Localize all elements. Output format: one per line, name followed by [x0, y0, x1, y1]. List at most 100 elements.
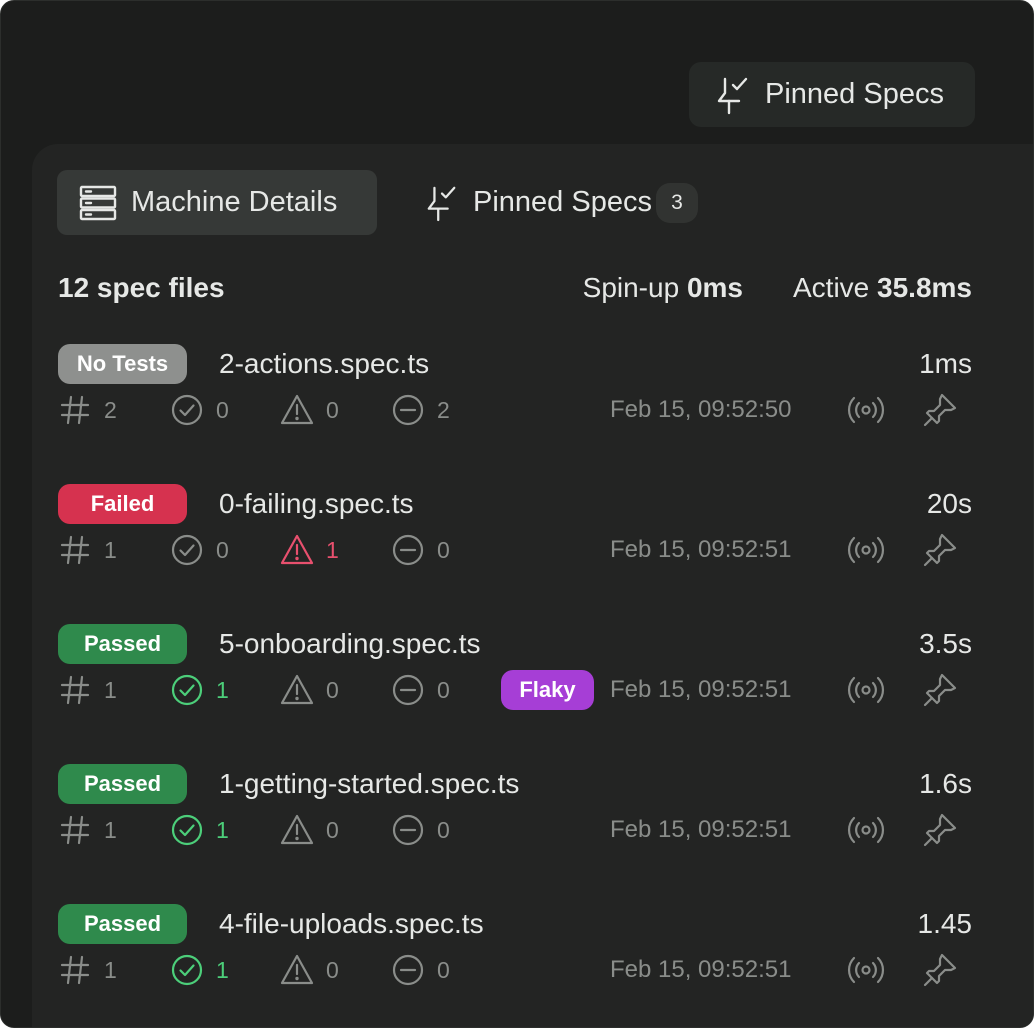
spec-name[interactable]: 0-failing.spec.ts	[219, 484, 414, 524]
status-badge: No Tests	[58, 344, 187, 384]
failed-count: 0	[280, 810, 339, 850]
pinned-specs-button[interactable]: Pinned Specs	[689, 62, 975, 127]
pin-icon	[923, 953, 957, 987]
pinned-count-badge: 3	[655, 182, 698, 223]
passed-count: 0	[170, 530, 229, 570]
passed-count: 0	[170, 390, 229, 430]
spec-meta: 1 1 0 0 Feb 15, 09:52:51	[58, 950, 972, 990]
check-circle-icon	[171, 674, 203, 706]
skipped-count: 0	[391, 950, 450, 990]
spec-name[interactable]: 5-onboarding.spec.ts	[219, 624, 481, 664]
test-count: 1	[58, 810, 117, 850]
failed-count: 1	[280, 530, 339, 570]
broadcast-icon	[847, 956, 885, 984]
hash-icon	[60, 815, 90, 845]
spec-timestamp: Feb 15, 09:52:51	[610, 676, 792, 703]
status-badge: Failed	[58, 484, 187, 524]
minus-circle-icon	[392, 394, 424, 426]
spec-name[interactable]: 2-actions.spec.ts	[219, 344, 429, 384]
spec-meta: 2 0 0 2 Feb 15, 09:52:50	[58, 390, 972, 430]
minus-circle-icon	[392, 814, 424, 846]
broadcast-icon	[847, 396, 885, 424]
check-circle-icon	[171, 954, 203, 986]
flaky-badge: Flaky	[501, 670, 594, 710]
live-view-button[interactable]	[846, 810, 886, 850]
pinned-specs-button-label: Pinned Specs	[765, 78, 944, 110]
hash-icon	[60, 535, 90, 565]
pin-icon	[923, 533, 957, 567]
warning-triangle-icon	[280, 394, 314, 425]
test-count: 1	[58, 670, 117, 710]
spec-row[interactable]: Passed 4-file-uploads.spec.ts 1.45 1 1 0…	[58, 904, 973, 1027]
run-window: Pinned Specs Machine Details Pinned Spec…	[0, 0, 1034, 1028]
pin-spec-button[interactable]	[920, 670, 960, 710]
check-circle-icon	[171, 394, 203, 426]
live-view-button[interactable]	[846, 530, 886, 570]
pin-spec-button[interactable]	[920, 950, 960, 990]
passed-count: 1	[170, 810, 229, 850]
spec-meta: 1 0 1 0 Feb 15, 09:52:51	[58, 530, 972, 570]
tab-pinned-specs-label: Pinned Specs	[473, 186, 652, 218]
live-view-button[interactable]	[846, 950, 886, 990]
pin-check-icon	[427, 186, 456, 221]
panel-tabs: Machine Details Pinned Specs 3	[57, 170, 698, 235]
failed-count: 0	[280, 390, 339, 430]
spec-name[interactable]: 1-getting-started.spec.ts	[219, 764, 519, 804]
pin-icon	[923, 393, 957, 427]
spec-timestamp: Feb 15, 09:52:51	[610, 956, 792, 983]
minus-circle-icon	[392, 534, 424, 566]
spec-row[interactable]: No Tests 2-actions.spec.ts 1ms 2 0 0 2 F…	[58, 344, 972, 484]
pin-spec-button[interactable]	[920, 530, 960, 570]
spec-timestamp: Feb 15, 09:52:51	[610, 816, 792, 843]
status-badge: Passed	[58, 764, 187, 804]
check-circle-icon	[171, 534, 203, 566]
passed-count: 1	[170, 950, 229, 990]
status-badge: Passed	[58, 624, 187, 664]
minus-circle-icon	[392, 674, 424, 706]
test-count: 1	[58, 950, 117, 990]
spec-duration: 1.45	[917, 908, 973, 939]
skipped-count: 0	[391, 530, 450, 570]
pin-check-icon	[717, 77, 748, 114]
pin-icon	[923, 673, 957, 707]
spec-meta: 1 1 0 0 Flaky Feb 15, 09:52:51	[58, 670, 972, 710]
spec-timestamp: Feb 15, 09:52:51	[610, 536, 792, 563]
live-view-button[interactable]	[846, 390, 886, 430]
active-value: 35.8ms	[877, 272, 972, 303]
test-count: 1	[58, 530, 117, 570]
spinup-label: Spin-up	[582, 272, 680, 303]
active-label: Active	[793, 272, 870, 303]
live-view-button[interactable]	[846, 670, 886, 710]
status-badge: Passed	[58, 904, 187, 944]
hash-icon	[60, 675, 90, 705]
failed-count: 0	[280, 950, 339, 990]
broadcast-icon	[847, 536, 885, 564]
broadcast-icon	[847, 676, 885, 704]
pin-icon	[923, 813, 957, 847]
skipped-count: 0	[391, 670, 450, 710]
spinup-value: 0ms	[686, 272, 743, 303]
spec-timestamp: Feb 15, 09:52:50	[610, 396, 792, 423]
spec-duration: 3.5s	[919, 628, 972, 659]
warning-triangle-icon	[280, 674, 314, 705]
spec-row[interactable]: Failed 0-failing.spec.ts 20s 1 0 1 0 Feb…	[58, 484, 972, 624]
hash-icon	[60, 955, 90, 985]
server-icon	[79, 185, 117, 220]
spec-duration: 1.6s	[919, 768, 972, 799]
warning-triangle-icon	[280, 954, 314, 985]
hash-icon	[60, 395, 90, 425]
failed-count: 0	[280, 670, 339, 710]
spec-meta: 1 1 0 0 Feb 15, 09:52:51	[58, 810, 972, 850]
spec-duration: 1ms	[919, 348, 972, 379]
passed-count: 1	[170, 670, 229, 710]
spec-row[interactable]: Passed 1-getting-started.spec.ts 1.6s 1 …	[58, 764, 972, 904]
tab-pinned-specs[interactable]: Pinned Specs 3	[425, 170, 698, 235]
spec-row[interactable]: Passed 5-onboarding.spec.ts 3.5s 1 1 0 0…	[58, 624, 972, 764]
run-summary: 12 spec files Spin-up 0ms Active 35.8ms	[58, 272, 972, 306]
pin-spec-button[interactable]	[920, 390, 960, 430]
spec-name[interactable]: 4-file-uploads.spec.ts	[219, 904, 484, 944]
tab-machine-details[interactable]: Machine Details	[57, 170, 377, 235]
minus-circle-icon	[392, 954, 424, 986]
pin-spec-button[interactable]	[920, 810, 960, 850]
spec-duration: 20s	[926, 488, 972, 519]
